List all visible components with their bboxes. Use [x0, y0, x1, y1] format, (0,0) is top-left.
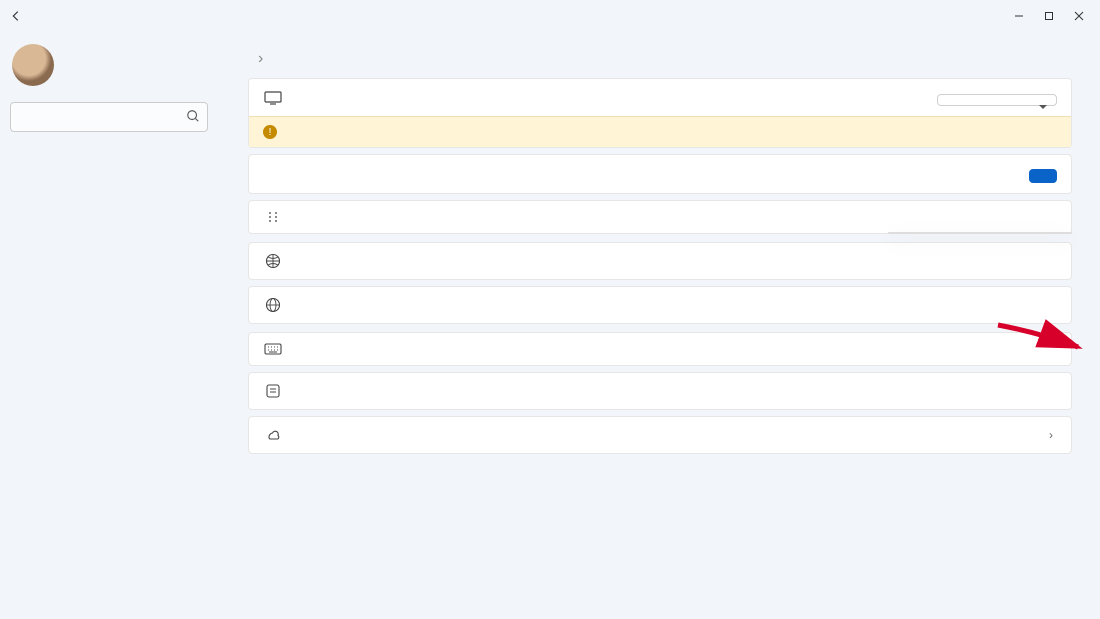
globe-icon [263, 253, 283, 269]
preferred-language-item[interactable] [248, 200, 1072, 234]
regional-format-card[interactable] [248, 286, 1072, 324]
add-language-button[interactable] [1029, 169, 1057, 183]
sidebar [0, 32, 218, 619]
monitor-icon [263, 91, 283, 105]
title-bar [0, 0, 1100, 32]
admin-language-card[interactable] [248, 372, 1072, 410]
add-language-popup[interactable] [888, 232, 1072, 234]
globe-format-icon [263, 297, 283, 313]
display-language-card: ! [248, 78, 1072, 148]
search-icon [186, 109, 200, 126]
warning-icon: ! [263, 125, 277, 139]
country-region-card[interactable] [248, 242, 1072, 280]
content: › ! [218, 32, 1100, 619]
admin-icon [263, 383, 283, 399]
chevron-right-icon: › [1045, 428, 1057, 442]
search-input[interactable] [10, 102, 208, 132]
back-button[interactable] [6, 6, 26, 26]
keyboard-icon [263, 343, 283, 355]
close-button[interactable] [1064, 1, 1094, 31]
license-banner: ! [249, 116, 1071, 147]
display-language-dropdown[interactable] [937, 94, 1057, 106]
minimize-button[interactable] [1004, 1, 1034, 31]
avatar [12, 44, 54, 86]
preferred-languages-card [248, 154, 1072, 194]
profile-block[interactable] [10, 40, 208, 90]
backup-icon [263, 427, 283, 443]
windows-backup-card[interactable]: › [248, 416, 1072, 454]
typing-card[interactable] [248, 332, 1072, 366]
chevron-right-icon: › [258, 50, 263, 68]
drag-handle-icon[interactable] [263, 211, 283, 223]
breadcrumb: › [248, 50, 1072, 68]
maximize-button[interactable] [1034, 1, 1064, 31]
